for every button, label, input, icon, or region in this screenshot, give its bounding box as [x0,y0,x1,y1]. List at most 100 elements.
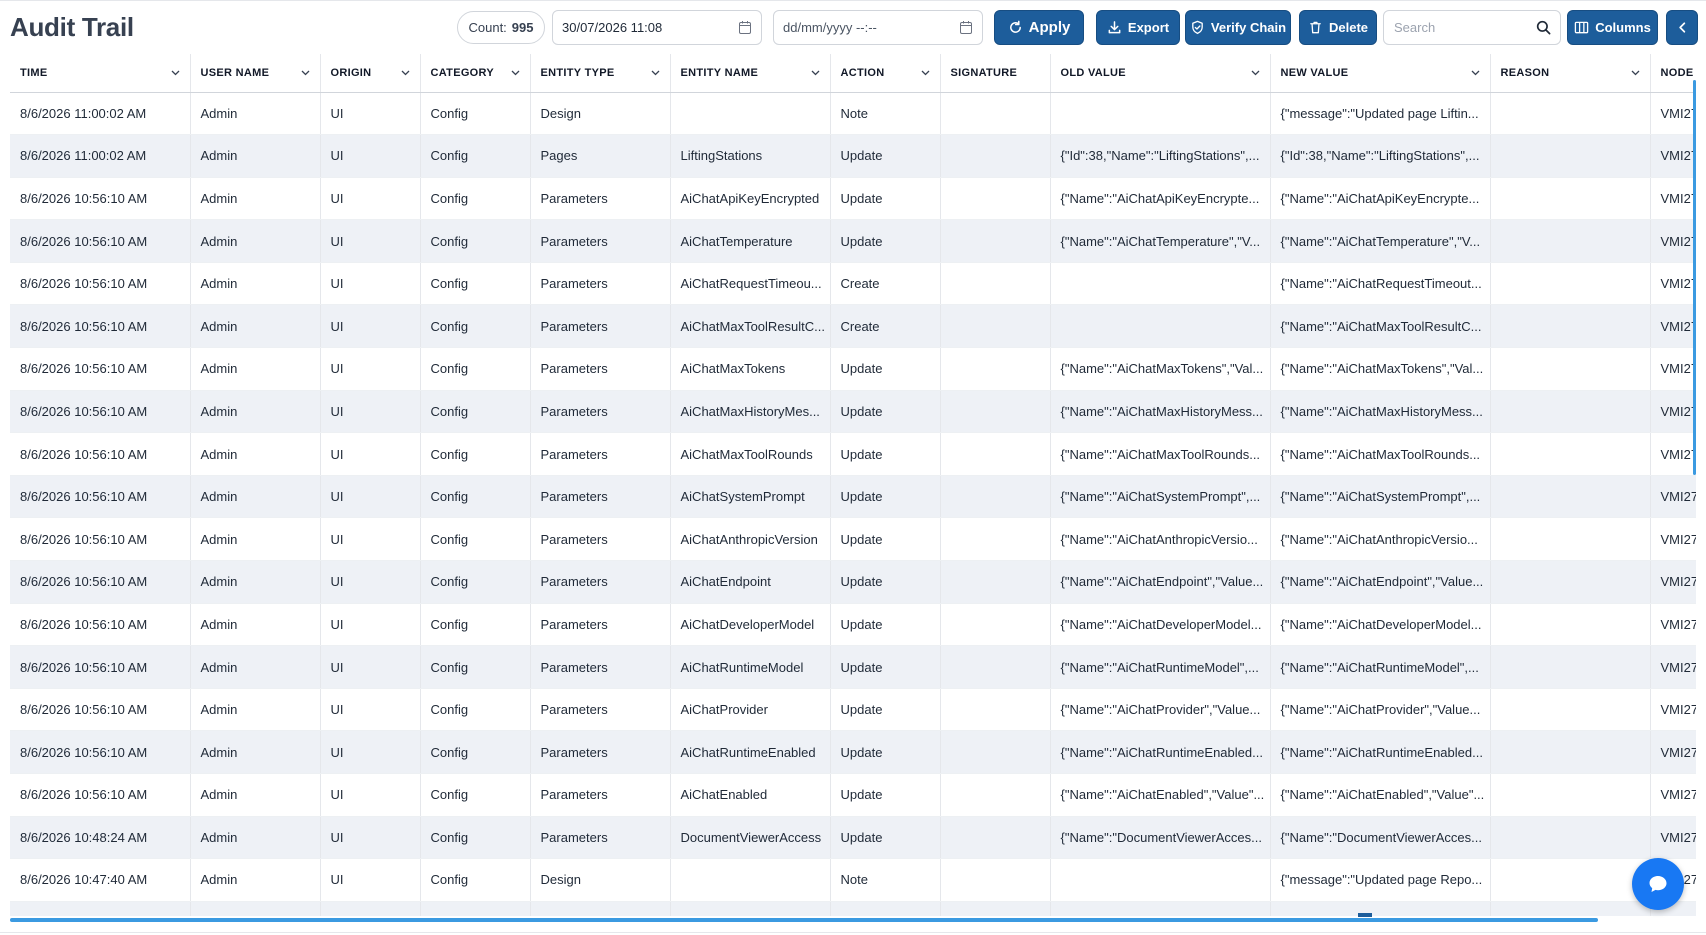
chevron-down-icon[interactable] [1631,70,1640,76]
table-row[interactable]: 8/6/2026 10:56:10 AM Admin UI Config Paramet… [10,773,1696,817]
column-header-category[interactable]: CATEGORY [420,54,531,93]
table-row[interactable]: 8/6/2026 10:56:10 AM Admin UI Config Paramet… [10,603,1696,647]
table-cell [420,901,531,916]
table-cell: UI [320,432,421,476]
column-header-entity-name[interactable]: ENTITY NAME [670,54,831,93]
chevron-down-icon[interactable] [301,70,310,76]
column-header-label: OLD VALUE [1060,66,1126,79]
table-row[interactable]: VMI27 [10,901,1696,916]
search-icon[interactable] [1536,20,1551,35]
table-cell: Config [420,858,531,902]
calendar-icon[interactable] [739,21,751,34]
horizontal-scrollbar-thumb[interactable] [10,918,1598,922]
table-cell: UI [320,390,421,434]
chevron-down-icon[interactable] [811,70,820,76]
table-cell: Parameters [530,730,671,774]
column-header-new-value[interactable]: NEW VALUE [1270,54,1491,93]
chevron-down-icon[interactable] [1471,70,1480,76]
table-cell: AiChatMaxHistoryMes... [670,390,831,434]
table-cell: AiChatRequestTimeou... [670,262,831,306]
table-row[interactable]: 8/6/2026 10:56:10 AM Admin UI Config Paramet… [10,432,1696,476]
table-cell: Parameters [530,688,671,732]
chat-button[interactable] [1632,858,1684,910]
table-cell [940,816,1051,860]
table-cell: 8/6/2026 10:56:10 AM [10,432,191,476]
from-date-input[interactable]: 30/07/2026 11:08 [552,10,762,45]
columns-button[interactable]: Columns [1567,10,1658,45]
table-row[interactable]: 8/6/2026 11:00:02 AM Admin UI Config Pages Li… [10,134,1696,178]
column-header-label: ACTION [840,66,885,79]
column-header-signature[interactable]: SIGNATURE [940,54,1051,93]
chevron-down-icon[interactable] [651,70,660,76]
table-row[interactable]: 8/6/2026 10:56:10 AM Admin UI Config Paramet… [10,560,1696,604]
table-cell: VMI27 [1650,645,1696,689]
chevron-down-icon[interactable] [511,70,520,76]
table-cell: Update [830,603,941,647]
calendar-icon[interactable] [960,21,972,34]
table-cell: UI [320,517,421,562]
table-row[interactable]: 8/6/2026 10:56:10 AM Admin UI Config Paramet… [10,730,1696,774]
verify-chain-button[interactable]: Verify Chain [1185,10,1291,45]
column-header-node[interactable]: NODE [1650,54,1696,93]
column-header-user-name[interactable]: USER NAME [190,54,321,93]
table-cell: DocumentViewerAccess [670,816,831,860]
table-cell: Admin [190,475,321,519]
column-header-entity-type[interactable]: ENTITY TYPE [530,54,671,93]
table-cell: VMI27 [1650,432,1696,476]
vertical-scrollbar-thumb[interactable] [1693,80,1696,475]
chevron-down-icon[interactable] [171,70,180,76]
table-row[interactable]: 8/6/2026 10:56:10 AM Admin UI Config Paramet… [10,347,1696,391]
column-header-action[interactable]: ACTION [830,54,941,93]
search-input[interactable] [1384,11,1524,44]
export-button[interactable]: Export [1096,10,1180,45]
table-cell [1490,219,1651,263]
table-cell [940,177,1051,221]
column-header-label: REASON [1500,66,1550,79]
refresh-icon [1009,20,1021,33]
chevron-down-icon[interactable] [921,70,930,76]
table-row[interactable]: 8/6/2026 10:56:10 AM Admin UI Config Paramet… [10,390,1696,434]
collapse-panel-button[interactable] [1666,10,1698,45]
table-cell: Admin [190,304,321,349]
table-cell: 8/6/2026 10:56:10 AM [10,773,191,817]
column-header-reason[interactable]: REASON [1490,54,1651,93]
table-row[interactable]: 8/6/2026 11:00:02 AM Admin UI Config Design N… [10,92,1696,136]
table-cell: {"Name":"AiChatMaxHistoryMess... [1050,390,1271,434]
table-row[interactable]: 8/6/2026 10:56:10 AM Admin UI Config Paramet… [10,475,1696,519]
column-header-label: ORIGIN [330,66,372,79]
table-row[interactable]: 8/6/2026 10:56:10 AM Admin UI Config Paramet… [10,688,1696,732]
column-header-time[interactable]: TIME [10,54,191,93]
table-row[interactable]: 8/6/2026 10:56:10 AM Admin UI Config Paramet… [10,304,1696,349]
table-cell: Admin [190,858,321,902]
table-row[interactable]: 8/6/2026 10:56:10 AM Admin UI Config Paramet… [10,645,1696,689]
table-cell [1490,730,1651,774]
table-cell [1490,134,1651,178]
table-cell [670,858,831,902]
table-cell: Config [420,432,531,476]
count-value: 995 [511,20,534,35]
chevron-down-icon[interactable] [1251,70,1260,76]
table-cell: {"message":"Updated page Liftin... [1270,92,1491,136]
delete-button[interactable]: Delete [1299,10,1377,45]
table-cell: Config [420,390,531,434]
table-row[interactable]: 8/6/2026 10:56:10 AM Admin UI Config Paramet… [10,517,1696,562]
table-cell: Pages [530,134,671,178]
table-row[interactable]: 8/6/2026 10:56:10 AM Admin UI Config Paramet… [10,262,1696,306]
table-cell [320,901,421,916]
table-row[interactable]: 8/6/2026 10:47:40 AM Admin UI Config Design N… [10,858,1696,902]
table-cell [940,901,1051,916]
table-row[interactable]: 8/6/2026 10:56:10 AM Admin UI Config Paramet… [10,177,1696,221]
table-cell: UI [320,560,421,604]
to-date-placeholder: dd/mm/yyyy --:-- [783,20,877,35]
table-cell [940,858,1051,902]
column-header-origin[interactable]: ORIGIN [320,54,421,93]
apply-button[interactable]: Apply [994,10,1084,45]
table-cell: {"Name":"AiChatMaxToolRounds... [1270,432,1491,476]
to-date-input[interactable]: dd/mm/yyyy --:-- [773,10,983,45]
chevron-down-icon[interactable] [401,70,410,76]
column-header-old-value[interactable]: OLD VALUE [1050,54,1271,93]
table-row[interactable]: 8/6/2026 10:56:10 AM Admin UI Config Paramet… [10,219,1696,263]
from-date-value: 30/07/2026 11:08 [562,20,663,35]
table-row[interactable]: 8/6/2026 10:48:24 AM Admin UI Config Paramet… [10,816,1696,860]
search-box[interactable] [1383,10,1561,45]
